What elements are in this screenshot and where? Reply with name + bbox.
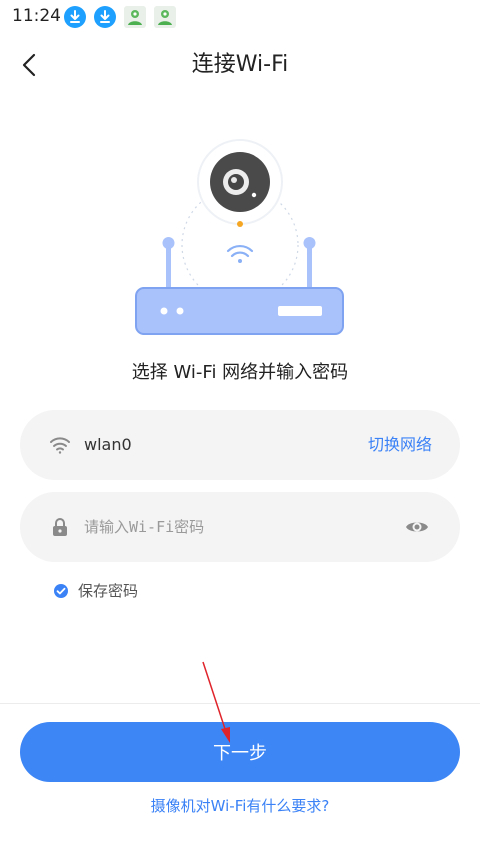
download-icon (64, 6, 86, 28)
wifi-requirements-link[interactable]: 摄像机对Wi-Fi有什么要求? (0, 795, 480, 817)
eye-icon (406, 522, 428, 532)
wifi-icon (226, 244, 254, 263)
password-visibility-toggle[interactable] (404, 514, 430, 540)
wifi-network-field: wlan0 切换网络 (20, 410, 460, 480)
save-password-label: 保存密码 (78, 582, 139, 600)
switch-network-link[interactable]: 切换网络 (368, 434, 432, 456)
instruction-text: 选择 Wi-Fi 网络并输入密码 (131, 362, 349, 383)
ssid-label: wlan0 (84, 435, 132, 454)
camera-router-illustration (130, 135, 350, 340)
app-notification-icon (124, 6, 146, 28)
next-button[interactable]: 下一步 (20, 722, 460, 782)
check-icon (54, 584, 68, 598)
divider (0, 703, 480, 704)
page-title: 连接Wi-Fi (191, 52, 289, 77)
password-field (20, 492, 460, 562)
password-input[interactable] (84, 511, 384, 543)
chevron-left-icon (22, 53, 36, 77)
status-time: 11:24 (12, 6, 61, 26)
wifi-icon (48, 433, 72, 457)
camera-icon (197, 139, 283, 227)
wifi-connect-screen: 11:24 连接Wi-Fi 选择 Wi-Fi 网络并输入密码 wlan0 切换网… (0, 0, 480, 853)
download-icon (94, 6, 116, 28)
back-button[interactable] (14, 50, 50, 80)
lock-icon (48, 515, 72, 539)
status-bar: 11:24 (0, 0, 480, 34)
app-notification-icon (154, 6, 176, 28)
